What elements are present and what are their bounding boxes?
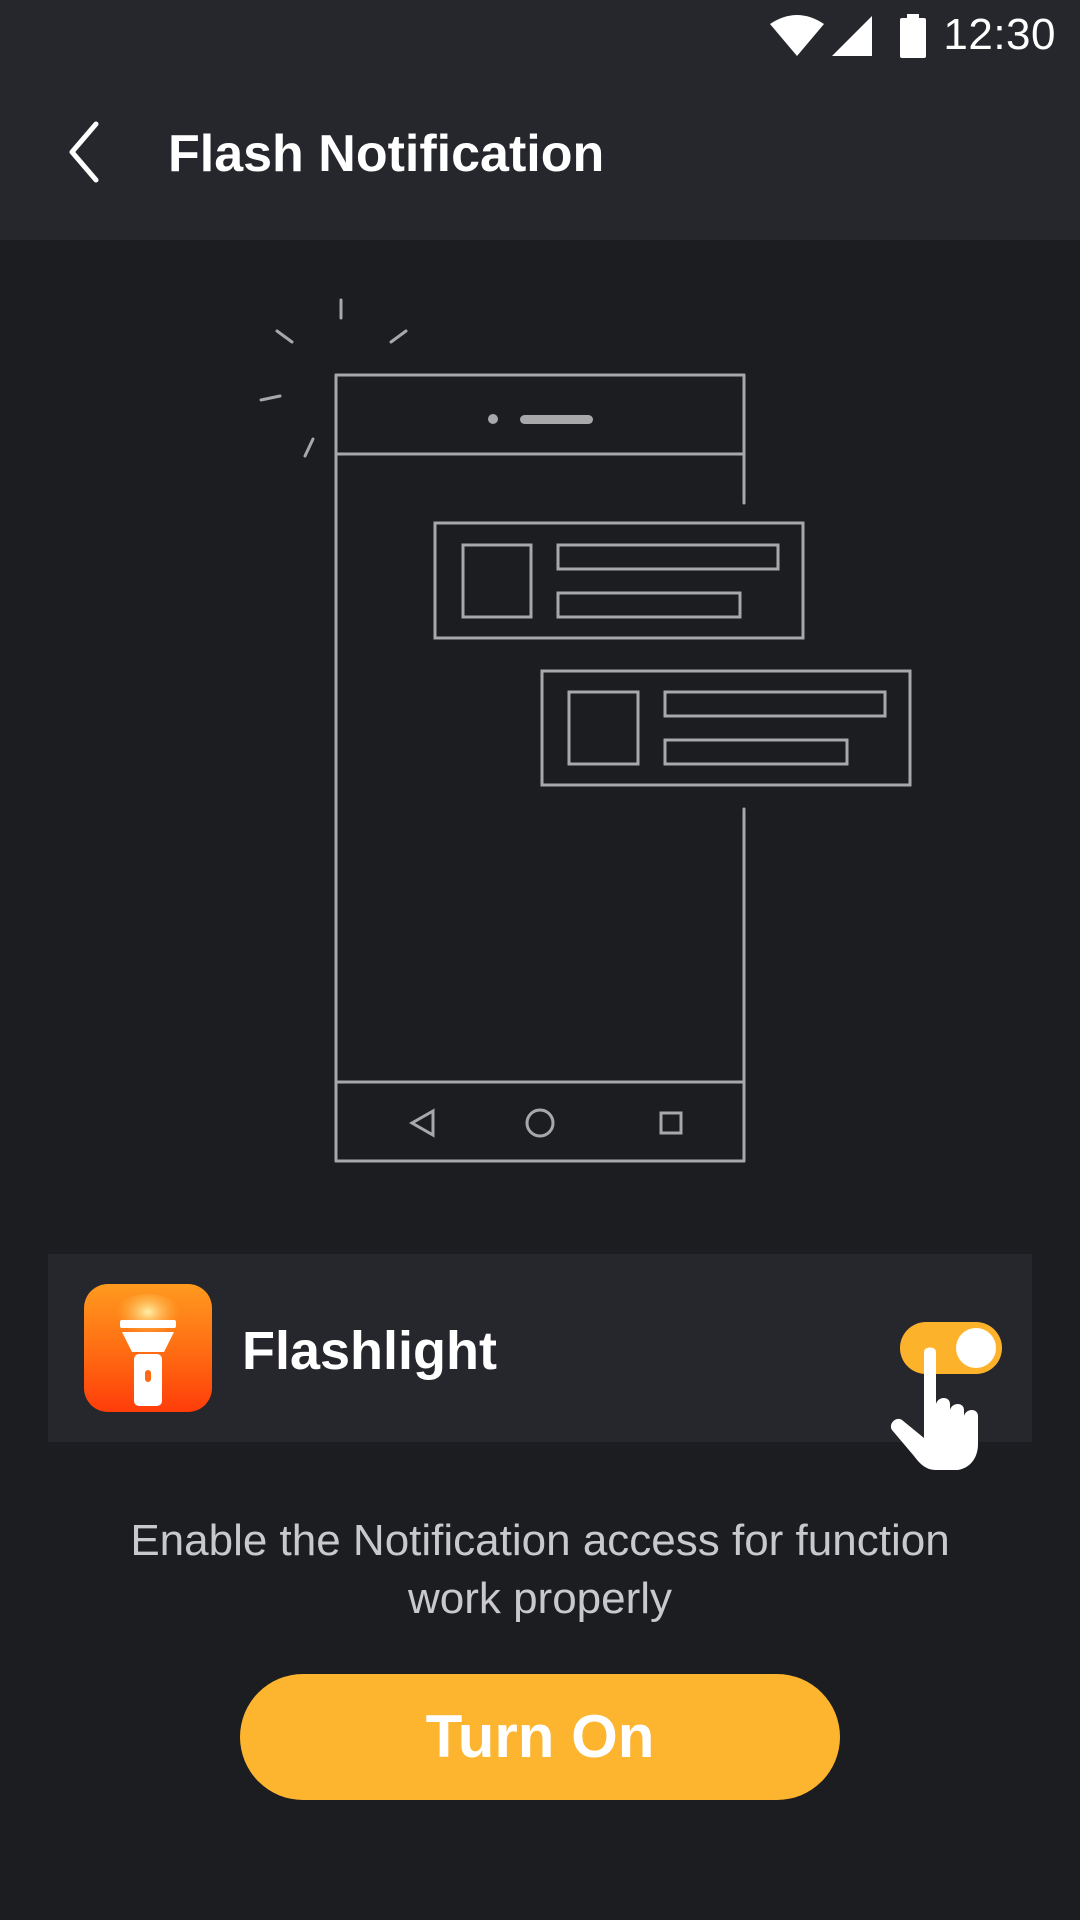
cellular-signal-icon <box>832 16 872 56</box>
pointing-hand-icon <box>890 1347 978 1470</box>
back-triangle-icon <box>408 1108 435 1138</box>
flash-rays <box>259 298 408 458</box>
app-name-label: Flashlight <box>242 1321 497 1381</box>
phone-outline <box>334 373 746 1163</box>
screen: 12:30 Flash Notification Flashlight Enab… <box>0 0 1080 1920</box>
phone-with-notifications-illustration <box>259 298 912 1163</box>
wifi-icon <box>770 15 824 56</box>
status-time: 12:30 <box>943 10 1056 59</box>
chevron-left-icon <box>69 121 99 183</box>
status-bar: 12:30 <box>0 0 1080 72</box>
turn-on-button[interactable]: Turn On <box>240 1674 840 1800</box>
recents-square-icon <box>659 1111 683 1135</box>
description-text: Enable the Notification access for funct… <box>130 1516 950 1623</box>
notification-card-2 <box>540 669 912 787</box>
back-button[interactable] <box>52 112 116 192</box>
app-bar: Flash Notification <box>0 72 1080 240</box>
permission-card: Flashlight <box>48 1254 1032 1470</box>
home-circle-icon <box>525 1108 555 1138</box>
flashlight-icon <box>108 1294 188 1406</box>
flashlight-app-icon <box>84 1284 212 1412</box>
battery-icon <box>900 14 926 58</box>
notification-card-1 <box>433 521 805 640</box>
page-title: Flash Notification <box>168 125 605 183</box>
phone-earpiece <box>488 414 593 424</box>
